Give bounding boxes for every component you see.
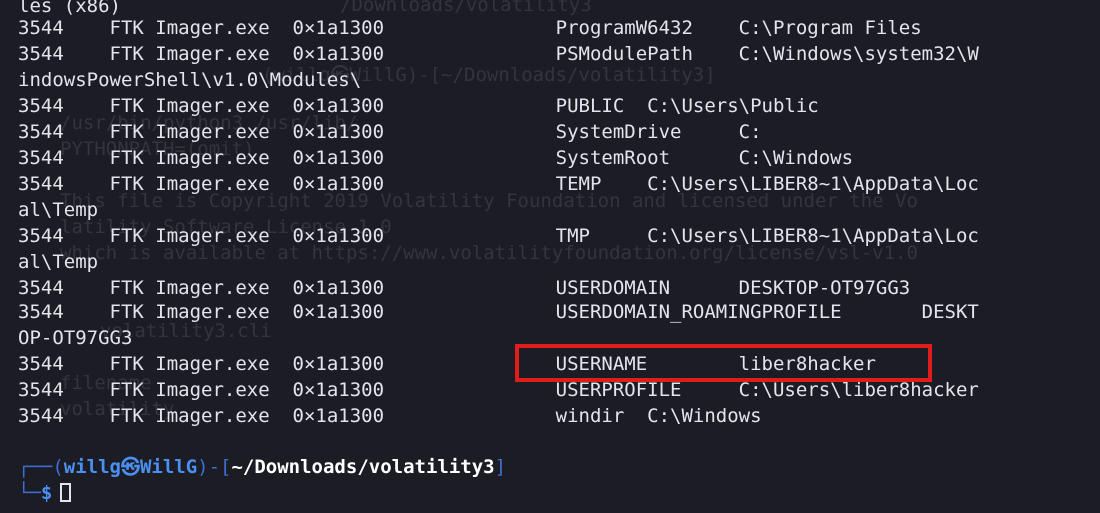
terminal-window[interactable]: /Downloads/volatility3 (willg㉿WillG)-[~/… [0,0,1100,513]
prompt-user-host: willg㉿WillG [63,456,198,478]
prompt-corner-top: ┌──( [18,456,64,478]
output-line: 3544 FTK Imager.exe 0×1a1300 windir C:\W… [18,405,762,427]
text-cursor[interactable] [60,483,72,502]
output-line: 3544 FTK Imager.exe 0×1a1300 TEMP C:\Use… [18,173,979,195]
prompt-separator: )-[ [197,456,232,478]
output-line: 3544 FTK Imager.exe 0×1a1300 PUBLIC C:\U… [18,95,819,117]
output-line: 3544 FTK Imager.exe 0×1a1300 PSModulePat… [18,43,979,65]
username-highlight-box [515,344,932,382]
output-line: 3544 FTK Imager.exe 0×1a1300 ProgramW643… [18,17,922,39]
command-input-line[interactable]: └─$ [18,480,72,506]
output-line: al\Temp [18,199,99,221]
prompt-bracket-close: ] [494,456,507,478]
output-line: indowsPowerShell\v1.0\Modules\ [18,69,362,91]
output-line: 3544 FTK Imager.exe 0×1a1300 USERDOMAIN … [18,277,911,299]
output-line: 3544 FTK Imager.exe 0×1a1300 TMP C:\User… [18,225,979,247]
output-line: 3544 FTK Imager.exe 0×1a1300 SystemRoot … [18,147,854,169]
output-line: 3544 FTK Imager.exe 0×1a1300 USERDOMAIN_… [18,301,979,323]
ghost-text: /Downloads/volatility3 [340,0,592,16]
prompt-corner-bottom: └─ [18,482,41,504]
prompt-dollar: $ [40,482,53,504]
output-line: 3544 FTK Imager.exe 0×1a1300 SystemDrive… [18,121,762,143]
prompt-line: ┌──(willg㉿WillG)-[~/Downloads/volatility… [18,454,506,480]
prompt-path: ~/Downloads/volatility3 [231,456,495,478]
output-line: al\Temp [18,251,99,273]
output-line: OP-OT97GG3 [18,327,133,349]
